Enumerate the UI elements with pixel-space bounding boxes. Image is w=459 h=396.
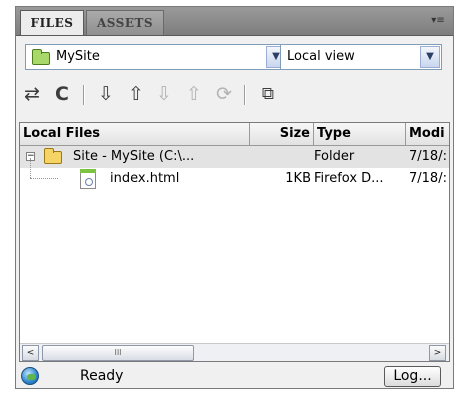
scroll-left-button[interactable]: <: [22, 345, 39, 361]
file-type: Firefox D...: [314, 171, 384, 186]
files-toolbar: ⇄ C ⇩ ⇧ ⇩ ⇧ ⟳ ⧉: [10, 82, 410, 108]
put-files-icon[interactable]: ⇧: [124, 82, 148, 106]
folder-icon: [44, 148, 62, 164]
files-panel: FILES ASSETS ▾≡ MySite ▼ Local view ▼ ⇄ …: [15, 6, 454, 389]
toolbar-separator: [83, 85, 85, 105]
scroll-thumb[interactable]: III: [42, 345, 194, 361]
file-list-header: Local Files Size Type Modi: [20, 123, 449, 146]
toolbar-separator: [244, 85, 246, 105]
globe-icon: [21, 367, 39, 385]
panel-tab-bar: FILES ASSETS ▾≡: [16, 7, 453, 36]
table-row[interactable]: index.html 1KB Firefox D... 7/18/:: [20, 168, 449, 190]
file-list: Local Files Size Type Modi − Site - MySi…: [19, 122, 450, 362]
refresh-icon[interactable]: C: [50, 82, 74, 106]
panel-options-menu-icon[interactable]: ▾≡: [429, 14, 447, 28]
column-size[interactable]: Size: [250, 123, 314, 145]
file-name: Site - MySite (C:\...: [73, 149, 195, 164]
tab-files[interactable]: FILES: [20, 10, 84, 35]
chevron-down-icon[interactable]: ▼: [420, 46, 440, 68]
file-type: Folder: [314, 149, 355, 164]
file-modified: 7/18/:: [409, 149, 447, 164]
table-row[interactable]: − Site - MySite (C:\... Folder 7/18/:: [20, 146, 449, 168]
synchronize-icon[interactable]: ⟳: [212, 82, 236, 106]
html-file-icon: [80, 169, 96, 189]
connect-icon[interactable]: ⇄: [20, 82, 44, 106]
expand-icon[interactable]: ⧉: [256, 82, 280, 106]
column-local-files[interactable]: Local Files: [20, 123, 250, 145]
column-type[interactable]: Type: [314, 123, 406, 145]
file-size: 1KB: [285, 171, 311, 186]
check-in-icon[interactable]: ⇧: [182, 82, 206, 106]
site-select[interactable]: MySite ▼: [25, 44, 288, 70]
column-modified[interactable]: Modi: [406, 123, 449, 145]
log-button[interactable]: Log...: [384, 366, 441, 387]
get-files-icon[interactable]: ⇩: [94, 82, 118, 106]
horizontal-scrollbar[interactable]: < III >: [20, 343, 449, 361]
status-bar: Ready Log...: [16, 364, 453, 388]
file-name: index.html: [110, 171, 180, 186]
view-select[interactable]: Local view ▼: [280, 44, 442, 70]
tab-assets[interactable]: ASSETS: [86, 10, 164, 35]
view-select-value: Local view: [287, 49, 355, 64]
check-out-icon[interactable]: ⇩: [152, 82, 176, 106]
green-folder-icon: [32, 49, 50, 65]
status-text: Ready: [80, 368, 124, 384]
scroll-right-button[interactable]: >: [429, 345, 446, 361]
file-modified: 7/18/:: [409, 171, 447, 186]
site-select-value: MySite: [56, 49, 100, 64]
